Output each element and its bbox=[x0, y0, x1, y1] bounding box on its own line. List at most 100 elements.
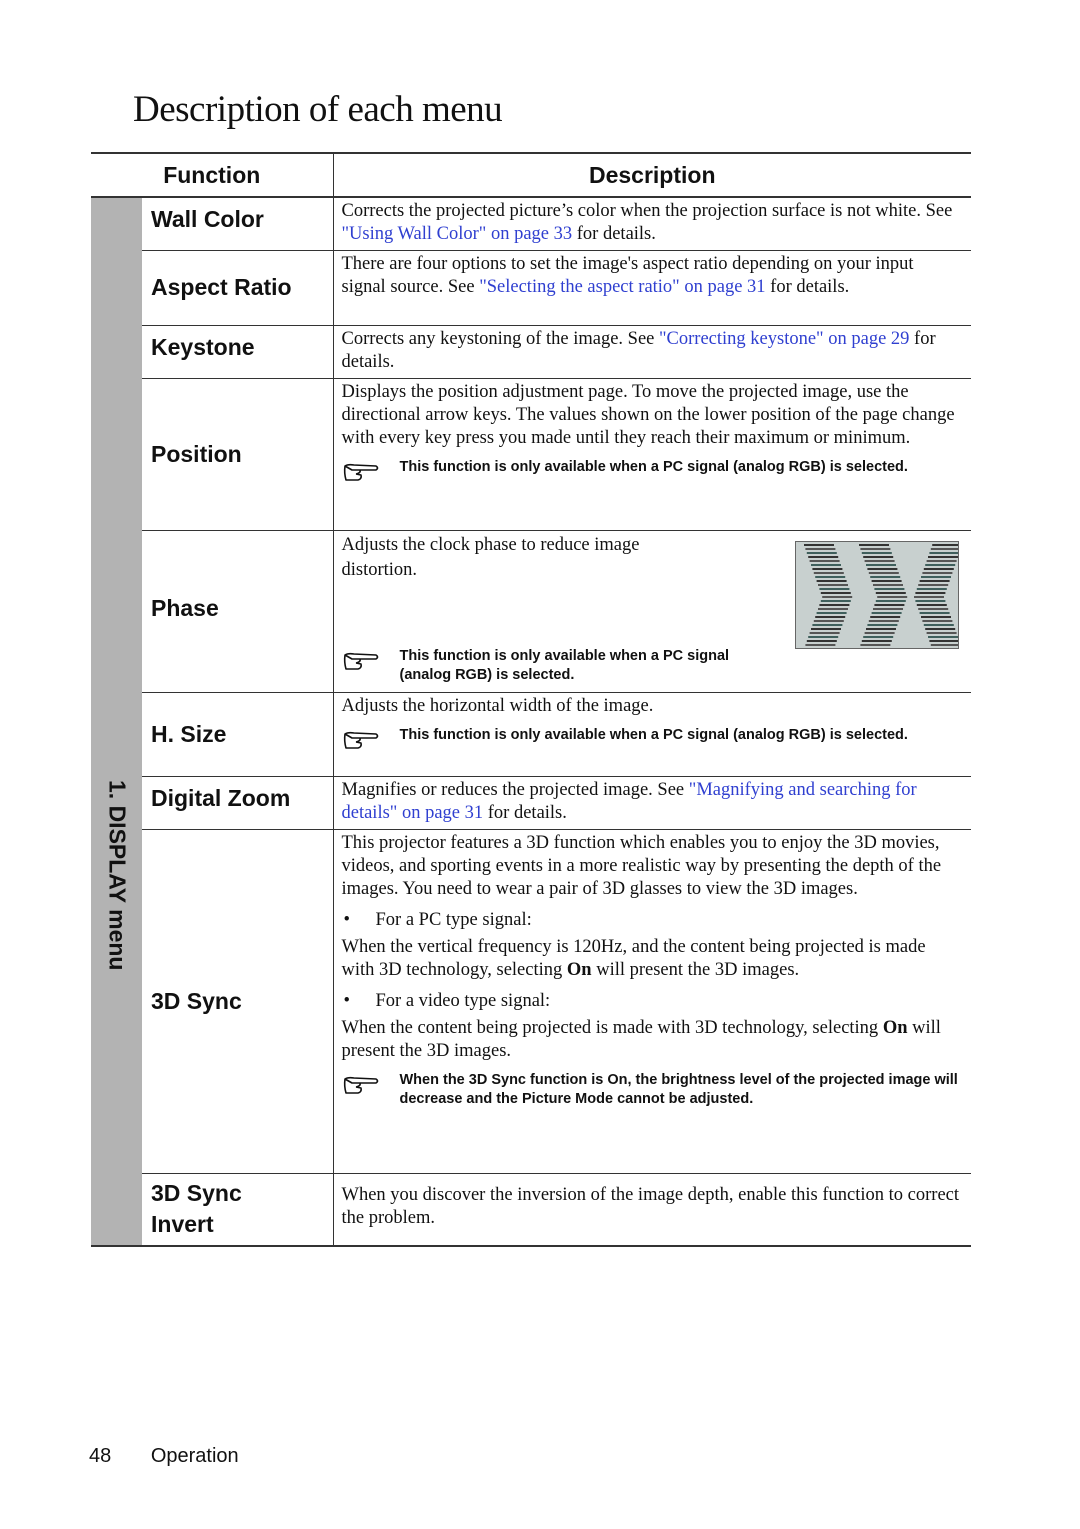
function-phase: Phase bbox=[142, 530, 334, 693]
phase-stripe bbox=[928, 635, 958, 638]
phase-stripe bbox=[812, 623, 843, 626]
phase-stripe bbox=[860, 643, 891, 646]
phase-stripe bbox=[867, 623, 898, 626]
phase-stripe bbox=[916, 587, 947, 590]
table-row: Phase Adjusts the clock phase to reduce … bbox=[91, 530, 971, 693]
description-keystone: Corrects any keystoning of the image. Se… bbox=[333, 325, 971, 379]
function-3d-sync-invert: 3D Sync Invert bbox=[142, 1173, 334, 1247]
phase-stripe bbox=[926, 559, 957, 562]
description-phase: Adjusts the clock phase to reduce image … bbox=[333, 530, 971, 693]
phase-stripe bbox=[804, 543, 834, 546]
phase-stripe bbox=[871, 611, 902, 614]
note: This function is only available when a P… bbox=[342, 726, 962, 759]
phase-stripe bbox=[816, 579, 847, 582]
link-selecting-aspect-ratio[interactable]: "Selecting the aspect ratio" on page 31 bbox=[479, 277, 765, 297]
phase-stripe bbox=[922, 619, 953, 622]
phase-stripe bbox=[914, 595, 944, 598]
phase-stripe bbox=[932, 543, 963, 546]
description-h-size: Adjusts the horizontal width of the imag… bbox=[333, 692, 971, 777]
phase-stripe bbox=[870, 615, 901, 618]
pointing-hand-icon bbox=[342, 726, 400, 759]
phase-stripe bbox=[815, 615, 846, 618]
phase-stripe bbox=[805, 643, 836, 646]
description-digital-zoom: Magnifies or reduces the projected image… bbox=[333, 776, 971, 830]
table-row: Position Displays the position adjustmen… bbox=[91, 378, 971, 531]
description-position: Displays the position adjustment page. T… bbox=[333, 378, 971, 531]
phase-stripe bbox=[875, 599, 906, 602]
phase-stripe bbox=[915, 599, 946, 602]
phase-stripe bbox=[820, 591, 851, 594]
link-correcting-keystone[interactable]: "Correcting keystone" on page 29 bbox=[659, 329, 909, 349]
phase-stripe bbox=[813, 571, 844, 574]
phase-stripe bbox=[819, 603, 850, 606]
phase-stripe bbox=[874, 587, 905, 590]
function-aspect-ratio: Aspect Ratio bbox=[142, 250, 334, 326]
table-row: Digital Zoom Magnifies or reduces the pr… bbox=[91, 776, 971, 830]
phase-stripe bbox=[805, 547, 836, 550]
phase-stripe bbox=[809, 559, 840, 562]
phase-stripe bbox=[868, 571, 899, 574]
phase-stripe bbox=[874, 603, 905, 606]
description-3d-sync: This projector features a 3D function wh… bbox=[333, 829, 971, 1174]
phase-stripe bbox=[861, 551, 892, 554]
phase-stripe bbox=[820, 599, 851, 602]
function-wall-color: Wall Color bbox=[142, 197, 334, 251]
phase-stripe bbox=[864, 631, 895, 634]
phase-stripe bbox=[930, 643, 961, 646]
phase-stripe bbox=[867, 567, 898, 570]
bullet-item: • For a video type signal: bbox=[343, 990, 551, 1011]
phase-stripe bbox=[808, 555, 839, 558]
phase-stripe bbox=[806, 551, 837, 554]
phase-stripe bbox=[929, 639, 960, 642]
header-function: Function bbox=[91, 152, 334, 198]
phase-stripe bbox=[864, 559, 895, 562]
phase-stripe bbox=[808, 635, 839, 638]
note: This function is only available when a P… bbox=[342, 458, 962, 491]
phase-stripe bbox=[928, 555, 958, 558]
group-label: 1. DISPLAY menu bbox=[104, 780, 130, 971]
phase-stripe bbox=[925, 563, 956, 566]
phase-stripe bbox=[861, 639, 892, 642]
phase-stripe bbox=[919, 579, 950, 582]
function-h-size: H. Size bbox=[142, 692, 334, 777]
phase-stripe bbox=[875, 591, 906, 594]
menu-description-table: Function Description 1. DISPLAY menu Wal… bbox=[91, 152, 971, 1247]
phase-stripe bbox=[925, 627, 956, 630]
phase-stripe bbox=[929, 551, 960, 554]
phase-stripe bbox=[819, 587, 850, 590]
phase-stripe bbox=[863, 555, 894, 558]
table-row: H. Size Adjusts the horizontal width of … bbox=[91, 692, 971, 777]
phase-stripe bbox=[859, 543, 889, 546]
header-description: Description bbox=[333, 152, 971, 198]
phase-stripe bbox=[811, 627, 841, 630]
link-using-wall-color[interactable]: "Using Wall Color" on page 33 bbox=[342, 224, 573, 244]
phase-stripe bbox=[921, 615, 951, 618]
group-band-display-menu: 1. DISPLAY menu bbox=[91, 197, 142, 1247]
phase-stripe bbox=[822, 595, 853, 598]
phase-stripe bbox=[918, 607, 949, 610]
phase-stripe bbox=[811, 563, 841, 566]
phase-stripe bbox=[873, 607, 903, 610]
phase-stripe bbox=[815, 575, 846, 578]
page-number: 48 bbox=[89, 1445, 112, 1467]
phase-stripe bbox=[812, 567, 843, 570]
phase-stripe bbox=[915, 591, 946, 594]
phase-stripe bbox=[816, 611, 847, 614]
page-title: Description of each menu bbox=[133, 89, 503, 130]
phase-stripe bbox=[916, 603, 947, 606]
phase-stripe bbox=[923, 623, 954, 626]
table-row: 1. DISPLAY menu Wall Color Corrects the … bbox=[91, 197, 971, 1247]
phase-stripe bbox=[877, 595, 908, 598]
section-name: Operation bbox=[150, 1445, 239, 1467]
description-aspect-ratio: There are four options to set the image'… bbox=[333, 250, 971, 326]
phase-stripe bbox=[868, 619, 899, 622]
phase-stripe bbox=[866, 563, 896, 566]
phase-stripe bbox=[922, 571, 953, 574]
phase-stripe bbox=[930, 547, 961, 550]
function-position: Position bbox=[142, 378, 334, 531]
phase-stripe bbox=[923, 567, 954, 570]
function-3d-sync: 3D Sync bbox=[142, 829, 334, 1174]
phase-stripe bbox=[809, 631, 840, 634]
description-wall-color: Corrects the projected picture’s color w… bbox=[333, 197, 971, 251]
pointing-hand-icon bbox=[342, 647, 400, 680]
